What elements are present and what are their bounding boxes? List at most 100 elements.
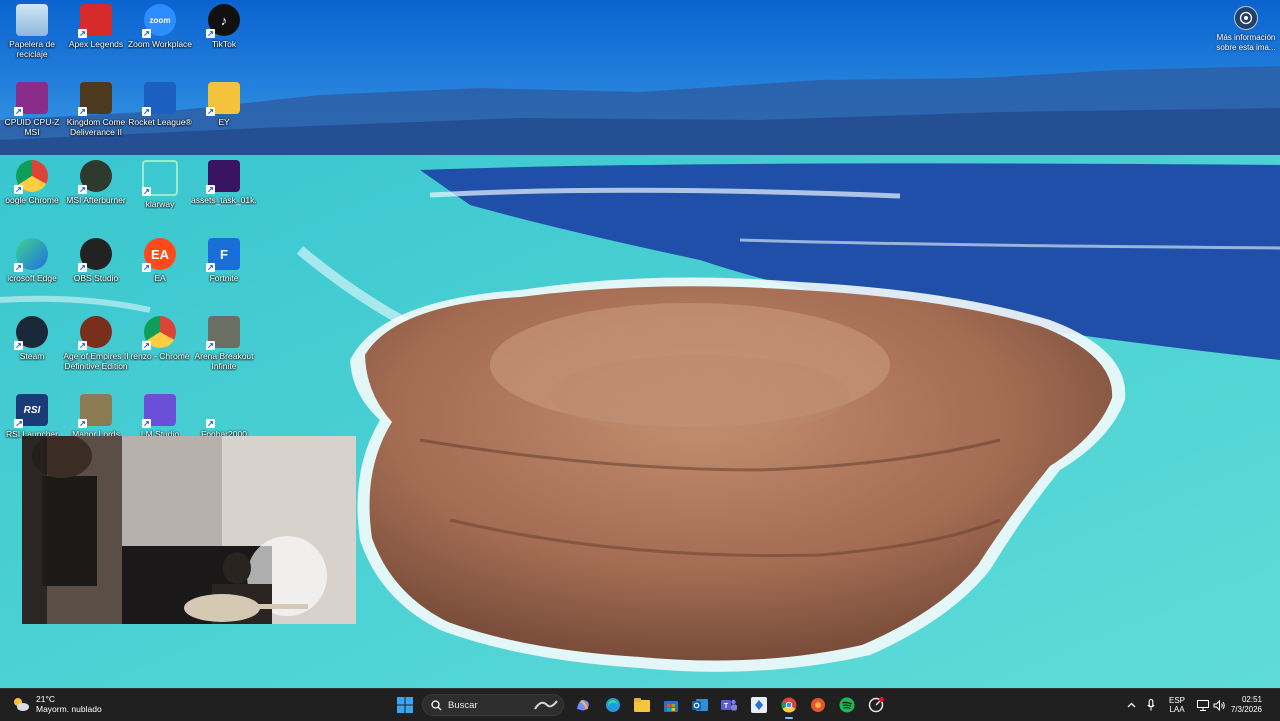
start-button[interactable] <box>394 694 416 716</box>
chrome-icon <box>781 697 797 713</box>
desktop-icon[interactable]: ↗ Apex Legends <box>64 0 128 74</box>
spotify-app[interactable] <box>836 694 858 716</box>
desktop-icon[interactable]: ↗ renzo - Chrome <box>128 312 192 386</box>
shortcut-arrow-icon: ↗ <box>14 185 23 194</box>
desktop-icon-label: assets_task_01k... <box>191 195 257 205</box>
teams-app[interactable]: T <box>718 694 740 716</box>
weather-desc: Mayorm. nublado <box>36 704 102 714</box>
folder-icon <box>634 698 650 712</box>
outlook-app[interactable] <box>689 694 711 716</box>
desktop-icon[interactable]: ↗ Age of Empires II Definitive Edition <box>63 312 129 386</box>
svg-text:T: T <box>724 703 729 710</box>
desktop-icon[interactable]: F ↗ Fortnite <box>192 234 256 308</box>
desktop-icon-label: Apex Legends <box>68 39 124 49</box>
file-explorer-app[interactable] <box>631 694 653 716</box>
desktop-icon-label: MSI Afterburner <box>66 195 126 205</box>
desktop-icon-label: Rocket League® <box>128 117 192 127</box>
chevron-up-icon <box>1127 702 1135 708</box>
desktop-icon[interactable]: ↗ icrosoft Edge <box>0 234 64 308</box>
edge-icon <box>606 698 620 712</box>
shortcut-arrow-icon: ↗ <box>206 341 215 350</box>
shortcut-arrow-icon: ↗ <box>142 107 151 116</box>
ea-icon: EA ↗ <box>142 238 176 272</box>
desktop-icon-label: EY <box>218 117 230 127</box>
desktop-icon[interactable]: ↗ klarway <box>128 156 192 230</box>
wallpaper-info-button[interactable]: Más información sobre esta ima... <box>1212 6 1280 62</box>
network-button[interactable] <box>1196 689 1210 721</box>
weather-widget[interactable]: 21°C Mayorm. nublado <box>12 694 102 714</box>
shortcut-arrow-icon: ↗ <box>78 341 87 350</box>
desktop-icon[interactable]: ♪ ↗ TikTok <box>192 0 256 74</box>
steam-icon: ↗ <box>14 316 48 350</box>
desktop-icon[interactable]: ↗ Kingdom Come Deliverance II <box>64 78 128 152</box>
desktop-icon[interactable]: ↗ Steam <box>0 312 64 386</box>
shortcut-arrow-icon: ↗ <box>78 263 87 272</box>
desktop-icon[interactable]: EA ↗ EA <box>128 234 192 308</box>
shortcut-arrow-icon: ↗ <box>14 419 23 428</box>
weather-temp: 21°C <box>36 694 55 704</box>
show-hidden-icons-button[interactable] <box>1124 689 1138 721</box>
desktop-icon-label: Zoom Workplace <box>127 39 193 49</box>
desktop-icon[interactable]: ↗ EY <box>192 78 256 152</box>
edge-taskbar-app[interactable] <box>602 694 624 716</box>
windows-logo-icon <box>397 697 413 713</box>
photos-app[interactable] <box>748 694 770 716</box>
shortcut-arrow-icon: ↗ <box>78 185 87 194</box>
volume-button[interactable] <box>1212 689 1226 721</box>
shortcut-arrow-icon: ↗ <box>14 341 23 350</box>
wallpaper-info-label: Más información sobre esta ima... <box>1216 33 1276 52</box>
outlook-icon <box>692 699 708 711</box>
shortcut-arrow-icon: ↗ <box>78 107 87 116</box>
cloud-sun-icon <box>14 698 29 711</box>
desktop-icon[interactable]: ↗ Rocket League® <box>128 78 192 152</box>
microphone-icon <box>1147 699 1155 711</box>
language-indicator[interactable]: ESP LAA <box>1164 689 1190 721</box>
search-highlight-icon <box>534 700 558 710</box>
shortcut-arrow-icon: ↗ <box>14 263 23 272</box>
microphone-button[interactable] <box>1144 689 1158 721</box>
desktop-icon-label: CPUID CPU-Z MSI <box>4 117 60 137</box>
desktop-icon-label: Steam <box>19 351 45 361</box>
taskbar-search-box[interactable]: Buscar <box>422 694 564 716</box>
shortcut-arrow-icon: ↗ <box>78 419 87 428</box>
lm-studio-icon: ↗ <box>142 394 176 428</box>
obs-icon: ↗ <box>78 238 112 272</box>
image-file-icon: ↗ <box>206 160 240 194</box>
clock[interactable]: 02:51 7/3/2026 <box>1230 689 1262 721</box>
search-placeholder: Buscar <box>448 699 478 711</box>
store-icon <box>664 701 678 712</box>
zoom-icon: zoom ↗ <box>142 4 176 38</box>
shortcut-arrow-icon: ↗ <box>206 419 215 428</box>
keyboard-layout: LAA <box>1169 705 1185 714</box>
msi-afterburner-icon: ↗ <box>78 160 112 194</box>
desktop-icon[interactable]: ↗ CPUID CPU-Z MSI <box>0 78 64 152</box>
desktop-icon[interactable]: ↗ assets_task_01k... <box>191 156 257 230</box>
edge-icon: ↗ <box>14 238 48 272</box>
clock-time: 02:51 <box>1241 695 1262 704</box>
system-monitor-app[interactable] <box>865 694 887 716</box>
shortcut-arrow-icon: ↗ <box>14 107 23 116</box>
desktop-icon[interactable]: zoom ↗ Zoom Workplace <box>128 0 192 74</box>
shortcut-arrow-icon: ↗ <box>206 185 215 194</box>
store-app[interactable] <box>660 694 682 716</box>
spotify-icon <box>839 697 855 713</box>
desktop-icon-label: Age of Empires II Definitive Edition <box>63 351 129 371</box>
rsi-icon: RSI ↗ <box>14 394 48 428</box>
brave-app[interactable] <box>807 694 829 716</box>
desktop-icon[interactable]: ↗ MSI Afterburner <box>64 156 128 230</box>
chrome-taskbar-app[interactable] <box>778 694 800 719</box>
tiktok-icon: ♪ ↗ <box>206 4 240 38</box>
desktop-icon-label: Arena Breakout Infinite <box>194 351 254 371</box>
copilot-app[interactable] <box>572 694 594 716</box>
system-tray: ESP LAA 02:51 7/3/2026 <box>1120 689 1280 721</box>
desktop-icon[interactable]: Papelera de reciclaje <box>0 0 64 74</box>
desktop-icon[interactable]: ↗ oogle Chrome <box>0 156 64 230</box>
desktop-icon[interactable]: ↗ OBS Studio <box>64 234 128 308</box>
language-code: ESP <box>1168 696 1185 705</box>
desktop-icon[interactable]: ↗ Arena Breakout Infinite <box>192 312 256 386</box>
cpuz-icon: ↗ <box>14 82 48 116</box>
klarway-icon: ↗ <box>142 160 178 196</box>
foobar-icon: ↗ <box>206 394 240 428</box>
desktop-icon-label: Kingdom Come Deliverance II <box>66 117 126 137</box>
age-of-empires-icon: ↗ <box>78 316 112 350</box>
